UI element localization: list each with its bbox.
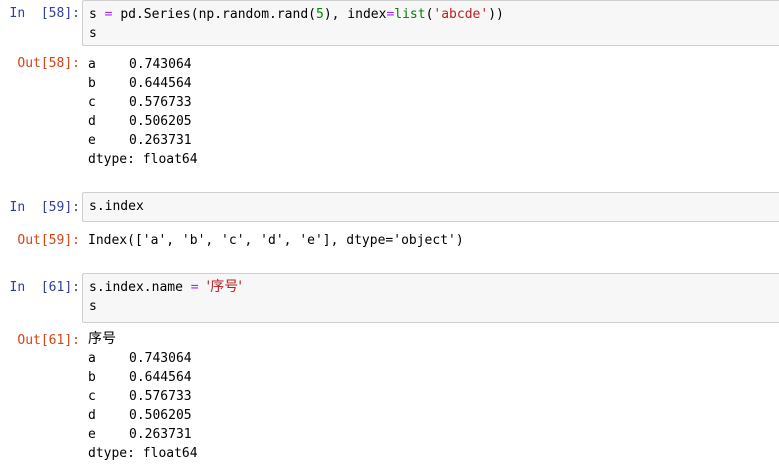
series-row: a 0.743064 [88,349,779,368]
series-value: 0.743064 [129,57,192,72]
series-value: 0.506205 [129,408,192,423]
input-prompt: In [58]: [9,6,80,21]
code-token: s.index.name [89,280,183,295]
series-value: 0.506205 [129,114,192,129]
cell-output: 序号 a 0.743064 b 0.644564 c 0.576733 d 0.5062… [88,330,779,463]
output-text: Index(['a', 'b', 'c', 'd', 'e'], dtype='… [88,233,464,248]
series-index: a [88,57,96,72]
notebook-page: In [58]: s = pd.Series(np.random.rand(5)… [0,0,779,470]
series-value: 0.644564 [129,76,192,91]
code-token: pd.Series(np.random.rand( [120,7,316,22]
code-token-operator: = [182,280,207,295]
series-value: 0.576733 [129,389,192,404]
series-index: c [88,95,96,110]
series-value: 0.576733 [129,95,192,110]
series-dtype: dtype: float64 [88,152,198,167]
series-index: d [88,114,96,129]
code-token-operator: = [96,7,121,22]
series-row: e 0.263731 [88,131,779,150]
series-row: d 0.506205 [88,406,779,425]
code-input-area[interactable]: s = pd.Series(np.random.rand(5), index=l… [82,0,779,46]
series-index: b [88,370,96,385]
code-line: s.index [89,199,144,214]
series-value: 0.263731 [129,133,192,148]
input-prompt: In [61]: [9,280,80,295]
series-value: 0.644564 [129,370,192,385]
series-index: d [88,408,96,423]
output-prompt: Out[58]: [17,56,80,71]
code-input-area[interactable]: s.index [82,192,779,222]
series-value: 0.743064 [129,351,192,366]
series-row: b 0.644564 [88,368,779,387]
series-row: e 0.263731 [88,425,779,444]
series-value: 0.263731 [129,427,192,442]
code-token-builtin: list [394,7,426,22]
series-row: d 0.506205 [88,112,779,131]
code-token: )) [488,7,504,22]
output-prompt: Out[59]: [17,233,80,248]
series-row: a 0.743064 [88,55,779,74]
output-prompt: Out[61]: [17,333,80,348]
series-row: c 0.576733 [88,93,779,112]
code-line: s = pd.Series(np.random.rand(5), index=l… [89,5,779,24]
code-line: s.index.name = '序号' [89,278,779,297]
series-index: c [88,389,96,404]
code-line: s [89,299,97,314]
cell-output: Index(['a', 'b', 'c', 'd', 'e'], dtype='… [88,231,779,250]
series-index-name: 序号 [88,331,116,347]
series-row: b 0.644564 [88,74,779,93]
series-index: b [88,76,96,91]
code-token: ), index [323,7,387,22]
code-token-string: 'abcde' [433,7,489,22]
code-input-area[interactable]: s.index.name = '序号' s [82,273,779,323]
series-index: a [88,351,96,366]
code-token-number: 5 [315,7,324,22]
series-row: c 0.576733 [88,387,779,406]
series-dtype: dtype: float64 [88,446,198,461]
series-index: e [88,427,96,442]
input-prompt: In [59]: [9,200,80,215]
series-index: e [88,133,96,148]
code-token: s [89,7,97,22]
cell-output: a 0.743064 b 0.644564 c 0.576733 d 0.506205 … [88,55,779,169]
code-line: s [89,26,97,41]
code-token-string: '序号' [206,279,243,295]
